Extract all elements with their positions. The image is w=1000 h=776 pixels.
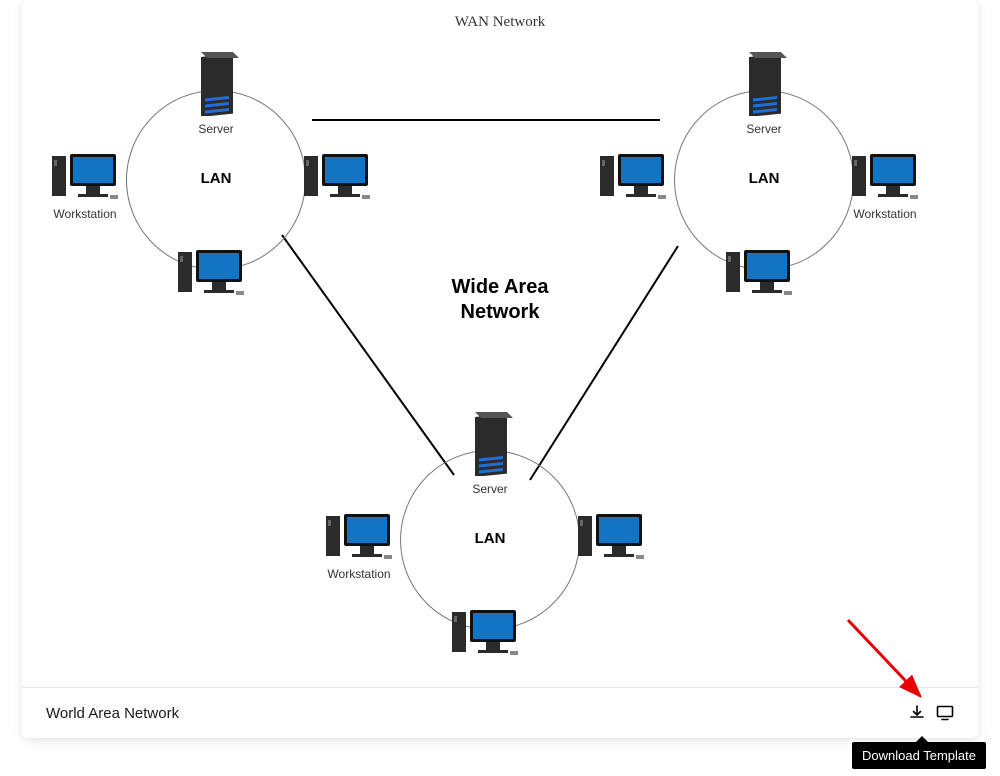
card-footer: World Area Network (22, 688, 978, 738)
server-icon (739, 44, 789, 116)
server-node: Server (455, 404, 525, 496)
workstation-node-right: Workstation (840, 150, 930, 221)
workstation-icon (176, 246, 246, 296)
workstation-node-bottom (440, 606, 530, 661)
download-icon (909, 705, 925, 721)
lan-cluster-top-left: LAN Server (66, 30, 366, 330)
workstation-label: Workstation (40, 207, 130, 221)
workstation-icon (850, 150, 920, 200)
center-label: Wide Area Network (452, 275, 549, 325)
diagram-title: WAN Network (455, 14, 545, 31)
workstation-label: Workstation (314, 567, 404, 581)
workstation-node-bottom (714, 246, 804, 301)
server-icon (465, 404, 515, 476)
template-card: WAN Network LAN Server (22, 0, 978, 738)
server-node: Server (181, 44, 251, 136)
server-icon (191, 44, 241, 116)
server-label: Server (729, 122, 799, 136)
workstation-icon (50, 150, 120, 200)
workstation-icon (598, 150, 668, 200)
lan-cluster-bottom: LAN Server (340, 390, 640, 690)
workstation-label: Workstation (840, 207, 930, 221)
footer-title: World Area Network (46, 705, 179, 722)
workstation-node-right (566, 510, 656, 565)
download-tooltip: Download Template (852, 742, 986, 769)
server-label: Server (455, 482, 525, 496)
workstation-icon (302, 150, 372, 200)
workstation-icon (450, 606, 520, 656)
preview-button[interactable] (936, 704, 954, 722)
lan-cluster-top-right: LAN Server (614, 30, 914, 330)
monitor-icon (936, 705, 954, 721)
workstation-node-left: Workstation (314, 510, 404, 581)
wan-diagram: WAN Network LAN Server (22, 0, 978, 688)
footer-actions (908, 704, 954, 722)
server-label: Server (181, 122, 251, 136)
download-button[interactable] (908, 704, 926, 722)
center-label-line2: Network (461, 301, 540, 323)
center-label-line1: Wide Area (452, 276, 549, 298)
workstation-node-left (588, 150, 678, 205)
workstation-node-left: Workstation (40, 150, 130, 221)
workstation-icon (576, 510, 646, 560)
workstation-node-bottom (166, 246, 256, 301)
workstation-icon (724, 246, 794, 296)
workstation-icon (324, 510, 394, 560)
server-node: Server (729, 44, 799, 136)
workstation-node-right (292, 150, 382, 205)
